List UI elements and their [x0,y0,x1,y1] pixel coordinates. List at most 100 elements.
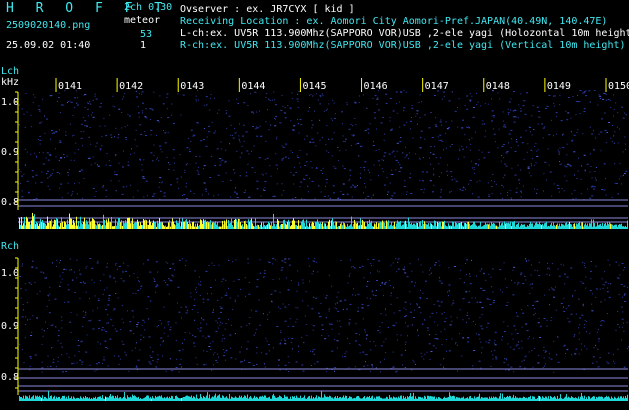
spectrum-bar [439,221,440,229]
noise-dot [307,305,309,307]
spectrum-bar [327,225,328,229]
noise-dot [114,155,116,157]
spectrum-bar [236,219,237,229]
spectrum-bar [422,220,423,229]
noise-dot [225,110,227,111]
noise-dot [553,105,555,107]
spectrum-bar [230,222,231,229]
noise-dot [618,264,620,266]
noise-dot [175,339,177,341]
noise-dot [274,99,276,101]
noise-dot [77,149,79,150]
spectrum-bar [112,395,113,401]
noise-dot [535,162,537,164]
rch-panel-label: Rch [1,241,19,252]
noise-dot [325,179,328,180]
spectrum-bar [42,220,43,229]
spectrum-bar [598,225,599,229]
noise-dot [90,143,92,145]
spectrum-bar [583,226,584,229]
noise-dot [236,150,238,152]
noise-dot [49,174,52,176]
noise-dot [295,172,297,173]
spectrum-bar [389,395,390,401]
noise-dot [393,287,394,289]
spectrum-bar [489,223,490,229]
spectrum-bar [511,226,512,229]
noise-dot [206,323,208,325]
spectrum-bar [221,226,222,229]
spectrum-bar [199,398,200,401]
noise-dot [205,190,207,192]
noise-dot [366,334,368,336]
noise-dot [487,298,489,300]
noise-dot [42,98,44,100]
noise-dot [485,279,487,281]
noise-dot [521,360,523,362]
noise-dot [443,95,445,97]
noise-dot [287,105,289,107]
spectrum-bar [535,223,536,229]
noise-dot [542,127,545,129]
noise-dot [197,328,199,330]
noise-dot [91,279,93,281]
spectrum-bar [39,223,40,229]
noise-dot [131,310,134,312]
noise-dot [452,299,454,301]
noise-dot [441,98,443,100]
noise-dot [26,151,28,153]
spectrum-bar [173,398,174,401]
noise-dot [605,99,607,101]
noise-dot [459,278,461,280]
noise-dot [148,361,151,363]
noise-dot [185,198,188,199]
spectrum-bar [452,396,453,401]
noise-dot [604,271,606,273]
noise-dot [387,194,389,195]
noise-dot [136,324,139,325]
noise-dot [110,318,111,320]
spectrum-bar [267,397,268,401]
noise-dot [276,136,278,138]
noise-dot [178,371,180,373]
noise-dot [226,292,228,294]
noise-dot [570,313,573,315]
spectrum-bar [499,396,500,401]
noise-dot [448,100,451,102]
noise-dot [265,96,267,98]
noise-dot [557,268,559,270]
spectrum-bar [158,396,159,401]
spectrum-bar [400,395,401,401]
spectrum-bar [207,221,208,229]
noise-dot [494,342,495,344]
noise-dot [507,112,510,114]
noise-dot [57,360,59,362]
noise-dot [619,178,620,180]
noise-dot [591,293,593,295]
noise-dot [618,294,620,296]
noise-dot [570,267,573,269]
noise-dot [115,263,117,264]
noise-dot [520,309,522,311]
noise-dot [440,301,443,303]
noise-dot [217,112,218,114]
x-tick-label: 0141 [58,81,82,92]
spectrum-bar [206,395,207,401]
spectrum-bar [101,397,102,401]
noise-dot [606,291,609,293]
noise-dot [378,175,379,177]
noise-dot [260,195,262,197]
spectrum-bar [474,396,475,401]
noise-dot [167,335,169,337]
spectrum-bar [389,226,390,229]
spectrum-bar [58,225,59,229]
spectrum-bar [621,223,622,229]
spectrum-bar [583,398,584,401]
noise-dot [323,195,326,197]
noise-dot [485,130,487,132]
noise-dot [579,100,581,102]
noise-dot [63,104,65,106]
spectrum-bar [358,225,359,229]
spectrum-bar [291,225,292,229]
spectrum-bar [264,225,265,229]
